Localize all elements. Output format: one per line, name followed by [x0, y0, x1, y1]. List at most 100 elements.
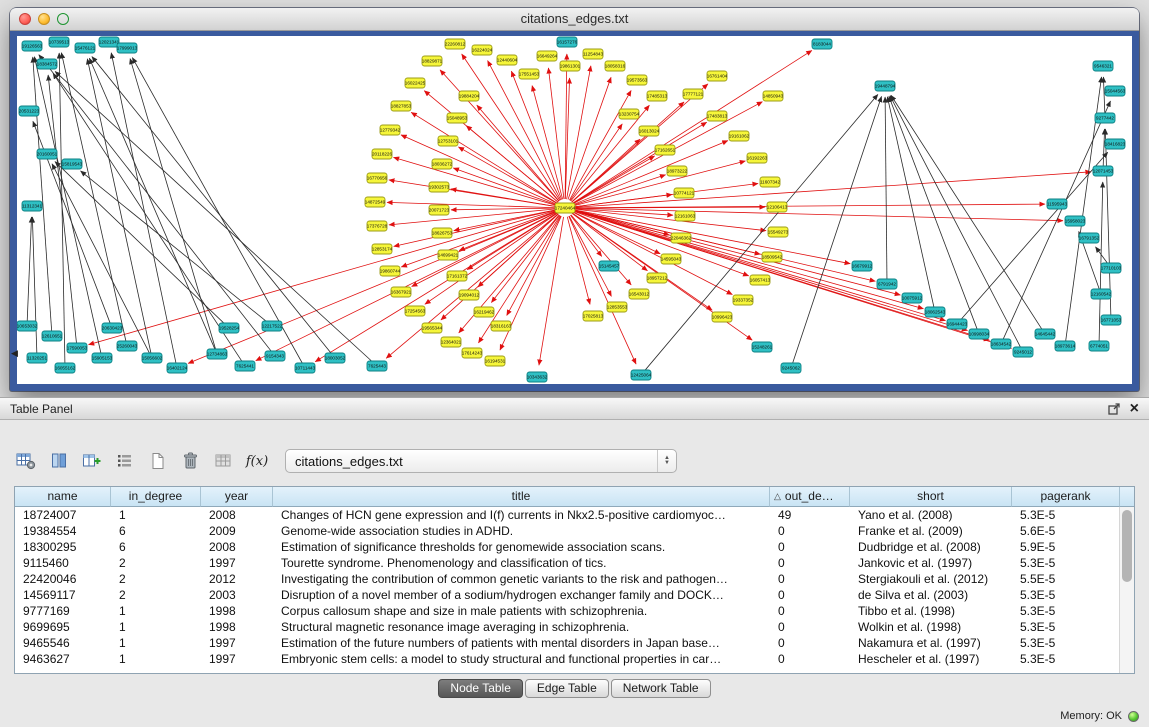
show-columns-icon[interactable]: [47, 450, 71, 472]
graph-node[interactable]: 18626753: [432, 228, 453, 238]
graph-node[interactable]: 9277442: [1095, 113, 1115, 123]
graph-node[interactable]: 12779342: [380, 125, 401, 135]
table-row[interactable]: 2242004622012Investigating the contribut…: [15, 571, 1120, 587]
graph-node[interactable]: 10075912: [902, 293, 923, 303]
graph-node[interactable]: 7625443: [367, 361, 387, 371]
graph-node[interactable]: 18062543: [925, 307, 946, 317]
graph-node[interactable]: 10774121: [674, 188, 695, 198]
graph-node[interactable]: 16224024: [472, 45, 493, 55]
network-view-window[interactable]: citations_edges.txt 17240464188298711602…: [10, 8, 1139, 391]
table-row[interactable]: 1938455462009Genome-wide association stu…: [15, 523, 1120, 539]
graph-node[interactable]: 12425064: [631, 370, 652, 380]
tab-node-table[interactable]: Node Table: [438, 679, 523, 698]
graph-node[interactable]: 16022425: [405, 78, 426, 88]
column-header-name[interactable]: name: [15, 487, 111, 507]
graph-node[interactable]: 17777121: [683, 89, 704, 99]
float-window-icon[interactable]: [1108, 403, 1120, 415]
graph-node[interactable]: 12217522: [262, 321, 283, 331]
graph-node[interactable]: 16402124: [167, 363, 188, 373]
table-row[interactable]: 977716911998Corpus callosum shape and si…: [15, 603, 1120, 619]
graph-node[interactable]: 16219462: [474, 307, 495, 317]
scrollbar-thumb[interactable]: [1122, 510, 1132, 582]
vertical-scrollbar[interactable]: [1119, 507, 1134, 673]
table-row[interactable]: 1872400712008Changes of HCN gene express…: [15, 507, 1120, 523]
import-table-icon[interactable]: [212, 450, 236, 472]
graph-node[interactable]: 16543012: [629, 289, 650, 299]
delete-icon[interactable]: [179, 450, 203, 472]
graph-node[interactable]: 11312341: [22, 201, 43, 211]
graph-node[interactable]: 18829871: [422, 56, 443, 66]
network-canvas[interactable]: 1724046418829871160224251882785312779342…: [17, 36, 1132, 384]
graph-node[interactable]: 16367921: [391, 287, 412, 297]
graph-node[interactable]: 11254843: [583, 49, 604, 59]
graph-node[interactable]: 20118226: [372, 149, 393, 159]
table-selector[interactable]: citations_edges.txt ▲▼: [285, 449, 677, 473]
column-header-out_de[interactable]: △out_de…: [770, 487, 850, 507]
graph-node[interactable]: 15056602: [142, 353, 163, 363]
graph-node[interactable]: 15048953: [447, 113, 468, 123]
table-row[interactable]: 946554611997Estimation of the future num…: [15, 635, 1120, 651]
graph-node[interactable]: 14595043: [661, 254, 682, 264]
minimize-window-button[interactable]: [38, 13, 50, 25]
graph-node[interactable]: 12610651: [42, 331, 63, 341]
graph-node[interactable]: 18384572: [37, 59, 58, 69]
graph-node[interactable]: 17590053: [67, 343, 88, 353]
graph-node[interactable]: 14850943: [763, 91, 784, 101]
graph-node[interactable]: 17161372: [447, 271, 468, 281]
graph-node[interactable]: 19126563: [22, 41, 43, 51]
graph-node[interactable]: 17614243: [462, 348, 483, 358]
graph-node[interactable]: 15145457: [599, 261, 620, 271]
table-mode-icon[interactable]: [14, 450, 38, 472]
create-column-icon[interactable]: [80, 450, 104, 472]
close-panel-icon[interactable]: ×: [1130, 402, 1139, 416]
graph-node[interactable]: 19573563: [627, 75, 648, 85]
graph-node[interactable]: 18058316: [605, 61, 626, 71]
graph-node[interactable]: 10739513: [49, 37, 70, 47]
graph-node[interactable]: 18973614: [1055, 341, 1076, 351]
table-row[interactable]: 1456911722003Disruption of a novel membe…: [15, 587, 1120, 603]
column-header-in_degree[interactable]: in_degree: [111, 487, 201, 507]
graph-node[interactable]: 16192263: [747, 153, 768, 163]
graph-node[interactable]: 11320251: [27, 353, 48, 363]
graph-node[interactable]: 20160051: [37, 149, 58, 159]
graph-node[interactable]: 10996423: [712, 312, 733, 322]
graph-node[interactable]: 19884204: [459, 91, 480, 101]
graph-node[interactable]: 18509542: [762, 252, 783, 262]
graph-node[interactable]: 6791942: [877, 279, 897, 289]
graph-node[interactable]: 20630423: [102, 323, 123, 333]
graph-node[interactable]: 16944423: [947, 319, 968, 329]
graph-node[interactable]: 18957212: [647, 273, 668, 283]
graph-node[interactable]: 15549273: [768, 227, 789, 237]
table-row[interactable]: 946362711997Embryonic stem cells: a mode…: [15, 651, 1120, 667]
graph-node[interactable]: 18036272: [432, 159, 453, 169]
graph-node[interactable]: 6774051: [1089, 341, 1109, 351]
graph-node[interactable]: 13230754: [619, 109, 640, 119]
collapse-panel-icon[interactable]: ◀: [11, 348, 18, 359]
function-builder-icon[interactable]: f(x): [245, 450, 269, 472]
graph-node[interactable]: 9245012: [1013, 347, 1033, 357]
graph-node[interactable]: 15819543: [62, 159, 83, 169]
graph-node[interactable]: 18316163: [491, 321, 512, 331]
graph-node[interactable]: 19861301: [560, 61, 581, 71]
graph-node[interactable]: 14872549: [365, 197, 386, 207]
tab-network-table[interactable]: Network Table: [611, 679, 711, 698]
graph-node[interactable]: 17376728: [367, 221, 388, 231]
graph-node[interactable]: 12440604: [497, 55, 518, 65]
graph-node[interactable]: 8183044: [812, 39, 832, 49]
graph-node[interactable]: 10711443: [295, 363, 316, 373]
table-row[interactable]: 969969511998Structural magnetic resonanc…: [15, 619, 1120, 635]
graph-node[interactable]: 9154343: [265, 351, 285, 361]
graph-node[interactable]: 19337352: [733, 295, 754, 305]
column-header-year[interactable]: year: [201, 487, 273, 507]
graph-node[interactable]: 17254563: [405, 306, 426, 316]
graph-node[interactable]: 18003052: [325, 353, 346, 363]
table-header-corner[interactable]: [1120, 487, 1134, 507]
graph-node[interactable]: 25260043: [117, 341, 138, 351]
graph-node[interactable]: 17999013: [117, 43, 138, 53]
graph-node[interactable]: 17162651: [655, 145, 676, 155]
graph-node[interactable]: 12734863: [207, 349, 228, 359]
graph-node[interactable]: 14645442: [1035, 329, 1056, 339]
graph-node[interactable]: 10343632: [527, 372, 548, 382]
graph-node[interactable]: 19448794: [875, 81, 896, 91]
graph-node[interactable]: 12161063: [675, 211, 696, 221]
